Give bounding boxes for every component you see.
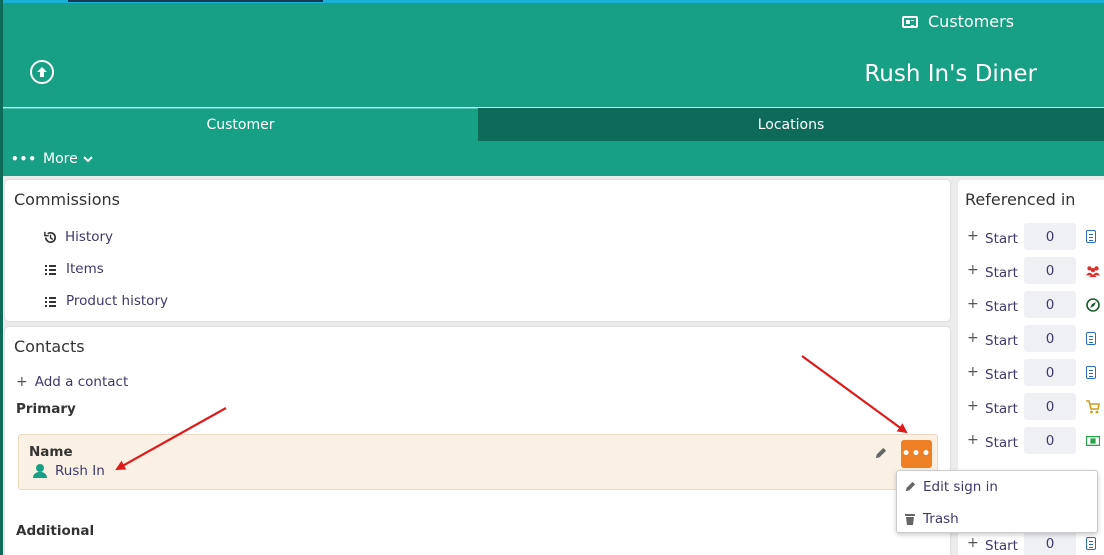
plus-icon: +: [967, 432, 979, 448]
reference-count[interactable]: 0: [1024, 427, 1076, 454]
start-link[interactable]: Start: [985, 299, 1018, 315]
reference-row: + Start 0: [967, 427, 1104, 454]
product-history-link[interactable]: Product history: [45, 293, 168, 309]
menu-item-edit-sign-in[interactable]: Edit sign in: [904, 479, 998, 495]
plus-icon: +: [16, 374, 28, 390]
navigate-up-button[interactable]: [30, 60, 54, 84]
document-icon: [1086, 537, 1096, 550]
tab-indicator: [68, 0, 323, 2]
add-contact-link[interactable]: + Add a contact: [16, 374, 128, 390]
trash-icon: [905, 513, 915, 525]
ellipsis-icon: •••: [11, 152, 38, 166]
contact-actions-menu: Edit sign in Trash: [896, 470, 1098, 533]
reference-row: + Start 0: [967, 530, 1104, 555]
compass-icon: [1086, 298, 1100, 312]
contact-name-label: Name: [29, 444, 73, 460]
tab-locations[interactable]: Locations: [478, 108, 1104, 141]
start-link[interactable]: Start: [985, 401, 1018, 417]
pencil-icon: [905, 481, 916, 492]
contact-name-value: Rush In: [55, 463, 105, 479]
plus-icon: +: [967, 228, 979, 244]
reference-row: + Start 0: [967, 393, 1104, 420]
reference-row: + Start 0: [967, 257, 1104, 284]
reference-count[interactable]: 0: [1024, 291, 1076, 318]
arrow-up-icon: [37, 67, 47, 77]
items-link[interactable]: Items: [45, 261, 104, 277]
start-link[interactable]: Start: [985, 435, 1018, 451]
reference-count[interactable]: 0: [1024, 359, 1076, 386]
referenced-in-title: Referenced in: [965, 190, 1076, 209]
tab-customer[interactable]: Customer: [3, 108, 478, 141]
list-icon: [45, 264, 56, 275]
more-button[interactable]: ••• More: [11, 151, 93, 167]
reference-count[interactable]: 0: [1024, 257, 1076, 284]
reference-count[interactable]: 0: [1024, 325, 1076, 352]
history-link[interactable]: History: [43, 229, 113, 245]
card-icon: [902, 15, 918, 28]
contacts-title: Contacts: [14, 337, 85, 356]
reference-count[interactable]: 0: [1024, 530, 1076, 555]
person-icon: [33, 464, 47, 478]
module-name: Customers: [928, 12, 1015, 31]
reference-row: + Start 0: [967, 359, 1104, 386]
start-link[interactable]: Start: [985, 231, 1018, 247]
edit-contact-button[interactable]: [874, 447, 888, 461]
more-bar: ••• More: [3, 141, 1104, 176]
document-icon: [1086, 332, 1096, 345]
history-label: History: [65, 229, 114, 245]
reference-row: + Start 0: [967, 325, 1104, 352]
record-title: Rush In's Diner: [864, 61, 1037, 87]
history-icon: [44, 231, 57, 243]
money-icon: [1086, 435, 1100, 447]
plus-icon: +: [967, 330, 979, 346]
primary-heading: Primary: [16, 401, 76, 417]
plus-icon: +: [967, 535, 979, 551]
commissions-panel: Commissions History Items Product histor…: [5, 180, 950, 321]
reference-count[interactable]: 0: [1024, 393, 1076, 420]
start-link[interactable]: Start: [985, 265, 1018, 281]
primary-contact-card: Name Rush In •••: [18, 434, 938, 490]
plus-icon: +: [967, 398, 979, 414]
reference-count[interactable]: 0: [1024, 223, 1076, 250]
document-icon: [1086, 366, 1096, 379]
more-label: More: [43, 151, 78, 167]
list-icon: [45, 296, 56, 307]
module-link-customers[interactable]: Customers: [902, 12, 1014, 31]
add-contact-label: Add a contact: [34, 374, 129, 390]
pencil-icon: [875, 447, 887, 459]
plus-icon: +: [967, 296, 979, 312]
start-link[interactable]: Start: [985, 367, 1018, 383]
menu-item-trash[interactable]: Trash: [904, 511, 959, 527]
items-label: Items: [66, 261, 104, 277]
reference-row: + Start 0: [967, 291, 1104, 318]
chevron-down-icon: [83, 156, 93, 163]
start-link[interactable]: Start: [985, 538, 1018, 554]
ellipsis-icon: •••: [901, 446, 932, 462]
plus-icon: +: [967, 364, 979, 380]
contact-actions-button[interactable]: •••: [901, 440, 932, 468]
record-header: Customers Rush In's Diner: [3, 3, 1104, 107]
menu-item-label: Edit sign in: [923, 479, 998, 495]
additional-heading: Additional: [16, 523, 95, 539]
product-history-label: Product history: [66, 293, 168, 309]
plus-icon: +: [967, 262, 979, 278]
commissions-title: Commissions: [14, 190, 120, 209]
reference-row: + Start 0: [967, 223, 1104, 250]
group-icon: [1086, 266, 1100, 278]
cart-icon: [1086, 400, 1100, 414]
start-link[interactable]: Start: [985, 333, 1018, 349]
menu-item-label: Trash: [923, 511, 959, 527]
document-icon: [1086, 230, 1096, 243]
contact-person-link[interactable]: Rush In: [33, 463, 105, 479]
